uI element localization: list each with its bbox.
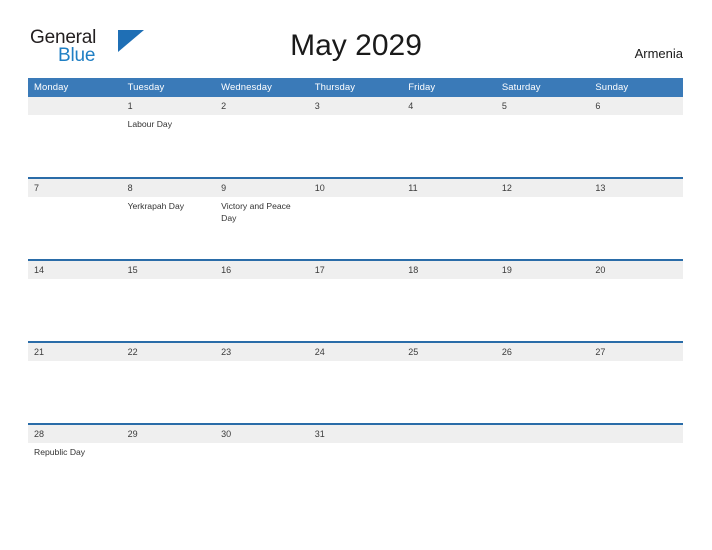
week-event-band: Yerkrapah Day Victory and Peace Day [28, 197, 683, 259]
day-event [589, 361, 683, 423]
day-event: Victory and Peace Day [221, 201, 291, 223]
weekday-header-saturday: Saturday [501, 82, 541, 93]
day-event [215, 361, 309, 423]
day-number[interactable]: 28 [28, 425, 122, 443]
week-row: 1 2 3 4 5 6 Labour Day [28, 97, 683, 177]
week-row: 28 29 30 31 Republic Day [28, 423, 683, 505]
day-event [589, 443, 683, 505]
week-date-band: 28 29 30 31 [28, 425, 683, 443]
page-header: General Blue May 2029 Armenia [0, 0, 712, 78]
day-number[interactable]: 15 [122, 261, 216, 279]
day-event [496, 443, 590, 505]
calendar-grid: Monday Tuesday Wednesday Thursday Friday… [28, 78, 683, 505]
day-number[interactable]: 17 [309, 261, 403, 279]
week-event-band: Labour Day [28, 115, 683, 177]
weekday-header-monday: Monday [34, 82, 69, 93]
day-number[interactable]: 31 [309, 425, 403, 443]
day-number[interactable]: 1 [122, 97, 216, 115]
day-number[interactable]: 8 [122, 179, 216, 197]
day-event [309, 361, 403, 423]
page-title: May 2029 [290, 29, 422, 62]
day-number[interactable] [589, 425, 683, 443]
weekday-header-tuesday: Tuesday [127, 82, 165, 93]
day-event [402, 361, 496, 423]
day-event [309, 279, 403, 341]
day-number[interactable]: 18 [402, 261, 496, 279]
day-number[interactable]: 26 [496, 343, 590, 361]
day-number[interactable]: 19 [496, 261, 590, 279]
day-number[interactable]: 12 [496, 179, 590, 197]
day-number[interactable]: 27 [589, 343, 683, 361]
day-number[interactable] [28, 97, 122, 115]
day-number[interactable]: 9 [215, 179, 309, 197]
day-number[interactable] [402, 425, 496, 443]
day-event [589, 115, 683, 177]
day-number[interactable]: 20 [589, 261, 683, 279]
country-label: Armenia [634, 46, 683, 61]
day-event: Labour Day [127, 119, 172, 129]
day-event [309, 197, 403, 259]
day-event [402, 197, 496, 259]
weekday-header-thursday: Thursday [314, 82, 356, 93]
day-event [309, 443, 403, 505]
day-number[interactable]: 13 [589, 179, 683, 197]
day-number[interactable]: 2 [215, 97, 309, 115]
week-row: 7 8 9 10 11 12 13 Yerkrapah Day Victory … [28, 177, 683, 259]
day-number[interactable]: 4 [402, 97, 496, 115]
day-event [309, 115, 403, 177]
day-number[interactable]: 23 [215, 343, 309, 361]
weekday-header-friday: Friday [408, 82, 436, 93]
day-event [122, 443, 216, 505]
week-date-band: 14 15 16 17 18 19 20 [28, 261, 683, 279]
day-event [402, 115, 496, 177]
day-event [496, 361, 590, 423]
day-number[interactable]: 10 [309, 179, 403, 197]
weekday-header-wednesday: Wednesday [221, 82, 273, 93]
calendar-page: General Blue May 2029 Armenia Monday Tue… [0, 0, 712, 550]
day-event: Republic Day [34, 447, 86, 457]
day-number[interactable]: 14 [28, 261, 122, 279]
day-number[interactable]: 22 [122, 343, 216, 361]
day-event: Yerkrapah Day [127, 201, 185, 211]
day-event [402, 443, 496, 505]
week-event-band: Republic Day [28, 443, 683, 505]
day-event [28, 115, 122, 177]
day-event [589, 279, 683, 341]
day-number[interactable]: 30 [215, 425, 309, 443]
day-event [496, 115, 590, 177]
week-date-band: 7 8 9 10 11 12 13 [28, 179, 683, 197]
day-event [402, 279, 496, 341]
week-event-band [28, 279, 683, 341]
day-event [28, 361, 122, 423]
day-number[interactable]: 5 [496, 97, 590, 115]
day-number[interactable]: 24 [309, 343, 403, 361]
day-event [215, 115, 309, 177]
day-event [215, 443, 309, 505]
day-number[interactable]: 21 [28, 343, 122, 361]
weekday-header-sunday: Sunday [595, 82, 629, 93]
day-event [122, 361, 216, 423]
day-number[interactable]: 3 [309, 97, 403, 115]
day-event [28, 279, 122, 341]
weekday-header-row: Monday Tuesday Wednesday Thursday Friday… [28, 78, 683, 97]
day-number[interactable] [496, 425, 590, 443]
day-number[interactable]: 6 [589, 97, 683, 115]
day-event [122, 279, 216, 341]
day-number[interactable]: 29 [122, 425, 216, 443]
day-number[interactable]: 11 [402, 179, 496, 197]
day-event [496, 197, 590, 259]
week-row: 14 15 16 17 18 19 20 [28, 259, 683, 341]
day-event [496, 279, 590, 341]
week-date-band: 1 2 3 4 5 6 [28, 97, 683, 115]
day-number[interactable]: 7 [28, 179, 122, 197]
week-row: 21 22 23 24 25 26 27 [28, 341, 683, 423]
day-event [215, 279, 309, 341]
day-event [589, 197, 683, 259]
day-number[interactable]: 25 [402, 343, 496, 361]
day-number[interactable]: 16 [215, 261, 309, 279]
day-event [28, 197, 122, 259]
week-date-band: 21 22 23 24 25 26 27 [28, 343, 683, 361]
week-event-band [28, 361, 683, 423]
